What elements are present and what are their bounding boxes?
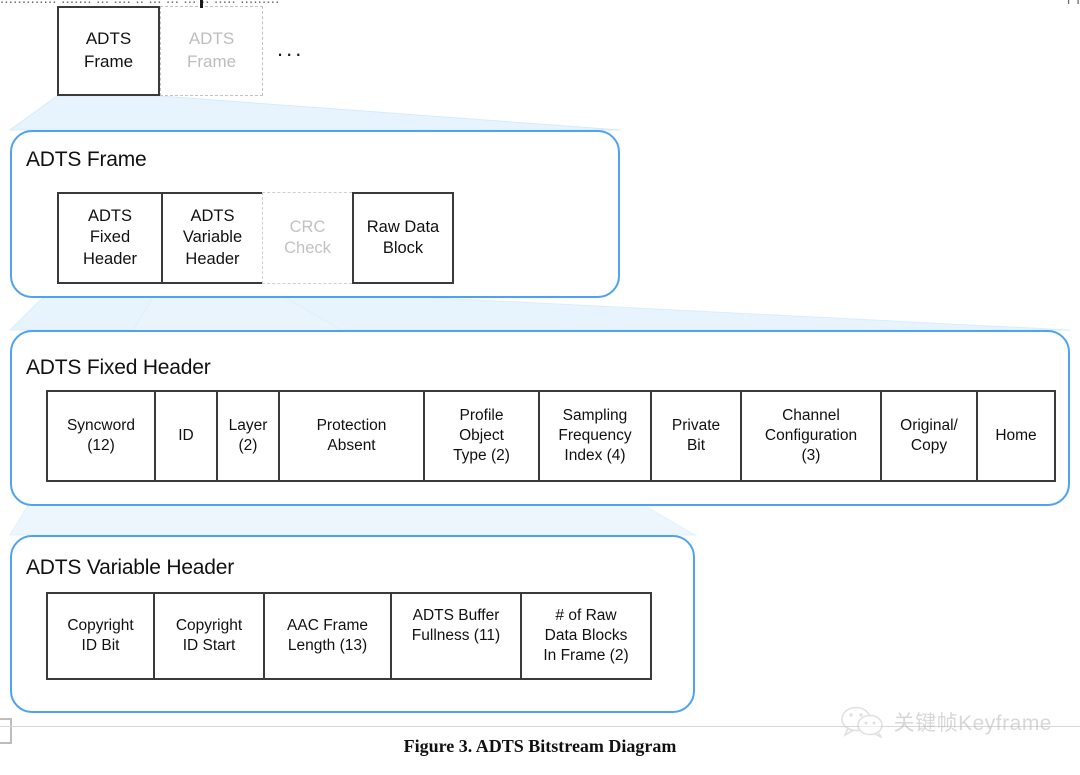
field-line: Fixed <box>89 228 131 247</box>
field-line: Header <box>185 249 240 268</box>
field-line: AAC Frame <box>287 616 368 634</box>
field-line: Block <box>382 239 424 257</box>
field-line: Fullness (11) <box>411 626 501 644</box>
field-line: Header <box>82 249 138 268</box>
field-line: ID Bit <box>81 637 120 654</box>
field-line: # of Raw <box>555 606 617 624</box>
sequence-frame-1-line1: ADTS <box>188 29 235 49</box>
field-profile-object-type-2: Profile Object Type (2) <box>423 390 538 482</box>
field-home: Home <box>976 390 1056 482</box>
field-copyright-id-start: Copyright ID Start <box>153 592 263 680</box>
field-line: Layer <box>228 416 268 434</box>
field-line: Original/ <box>900 416 958 434</box>
field-line: ADTS Buffer <box>412 606 500 624</box>
field-line: Absent <box>327 437 376 454</box>
figure-canvas: [ ] ............. ....... ... .... .. ..… <box>0 0 1080 775</box>
field-line: Check <box>284 239 331 257</box>
adts-variable-header-field-strip: Copyright ID Bit Copyright ID Start AAC Fram… <box>46 592 652 680</box>
field-private-bit: Private Bit <box>650 390 740 482</box>
sequence-frame-0-line2: Frame <box>83 52 134 71</box>
watermark: 关键帧Keyframe <box>840 706 1052 738</box>
panel-adts-fixed-header-title: ADTS Fixed Header <box>26 356 211 379</box>
frame-sequence: ADTS Frame ADTS Frame ... <box>57 0 305 96</box>
field-line: Channel <box>782 406 840 424</box>
field-crc-check: CRC Check <box>262 192 352 284</box>
sequence-ellipsis: ... <box>277 36 305 61</box>
field-syncword-12: Syncword (12) <box>46 390 154 482</box>
field-line: Copy <box>910 437 948 454</box>
field-original-copy: Original/Copy <box>880 390 976 482</box>
field-protection-absent: Protection Absent <box>278 390 423 482</box>
field-line: Syncword <box>66 416 136 434</box>
panel-adts-frame-title: ADTS Frame <box>26 148 147 171</box>
figure-caption: Figure 3. ADTS Bitstream Diagram <box>403 736 677 756</box>
field-adts-variable-header: ADTS Variable Header <box>161 192 262 284</box>
pointer-stem <box>200 0 203 8</box>
field-line: Protection <box>316 416 387 434</box>
field-channel-configuration-3: Channel Configuration (3) <box>740 390 880 482</box>
field-line: Configuration <box>764 426 858 444</box>
field-line: Type (2) <box>453 447 510 465</box>
sequence-frame-1: ADTS Frame <box>160 6 263 96</box>
field-layer-2: Layer (2) <box>216 390 278 482</box>
field-copyright-id-bit: Copyright ID Bit <box>46 592 153 680</box>
field-adts-fixed-header: ADTS Fixed Header <box>57 192 161 284</box>
sequence-frame-1-line2: Frame <box>186 52 237 71</box>
field-line: Copyright <box>175 616 243 634</box>
field-line: CRC <box>289 217 326 236</box>
field-line: Profile <box>459 406 504 424</box>
wechat-icon <box>840 706 883 738</box>
field-line: ID Start <box>182 637 236 654</box>
field-aac-frame-length-13: AAC Frame Length (13) <box>263 592 390 680</box>
clipped-body-text: [ ] ............. ....... ... .... .. ..… <box>0 0 1080 4</box>
field-line: (3) <box>801 447 821 465</box>
adts-frame-field-strip: ADTS Fixed Header ADTS Variable Header C… <box>57 192 454 284</box>
watermark-text: 关键帧Keyframe <box>893 712 1052 735</box>
connector-frame-to-adtsframe <box>8 95 621 131</box>
field-line: Private <box>671 416 721 434</box>
field-line: Copyright <box>67 616 134 634</box>
field-line: Variable <box>182 228 243 247</box>
field-line: Object <box>459 426 504 444</box>
field-line: Length (13) <box>287 637 368 654</box>
field-line: In Frame (2) <box>543 647 629 665</box>
clipped-text: ............. ....... ... .... .. ... ..… <box>0 0 280 4</box>
field-line: Sampling <box>562 406 628 424</box>
panel-adts-variable-header-title: ADTS Variable Header <box>26 556 235 579</box>
field-raw-data-block: Raw Data Block <box>352 192 454 284</box>
field-line: Home <box>995 426 1037 444</box>
field-sampling-frequency-index-4: Sampling Frequency Index (4) <box>538 390 650 482</box>
field-line: ADTS <box>87 206 132 225</box>
field-of-raw-data-blocks-in-frame-2: # of Raw Data Blocks In Frame (2) <box>520 592 652 680</box>
field-line: (12) <box>87 437 115 454</box>
sequence-frame-0: ADTS Frame <box>57 6 160 96</box>
adts-fixed-header-field-strip: Syncword (12) ID Layer (2) Protection Absent Pr… <box>46 390 1056 482</box>
clipped-bracket: [ ] <box>1067 0 1080 4</box>
sequence-frame-0-line1: ADTS <box>85 29 132 49</box>
field-id: ID <box>154 390 216 482</box>
field-line: ADTS <box>190 206 235 225</box>
field-line <box>412 646 500 666</box>
field-line: Raw Data <box>366 217 440 236</box>
field-line: ID <box>178 426 194 444</box>
field-line: Frequency <box>558 426 632 444</box>
field-adts-buffer-fullness-11: ADTS Buffer Fullness (11) <box>390 592 520 680</box>
caption-divider <box>0 726 1080 727</box>
field-line: (2) <box>238 437 258 454</box>
field-line: Bit <box>686 437 706 454</box>
field-line: Index (4) <box>564 447 626 465</box>
field-line: Data Blocks <box>544 626 628 644</box>
